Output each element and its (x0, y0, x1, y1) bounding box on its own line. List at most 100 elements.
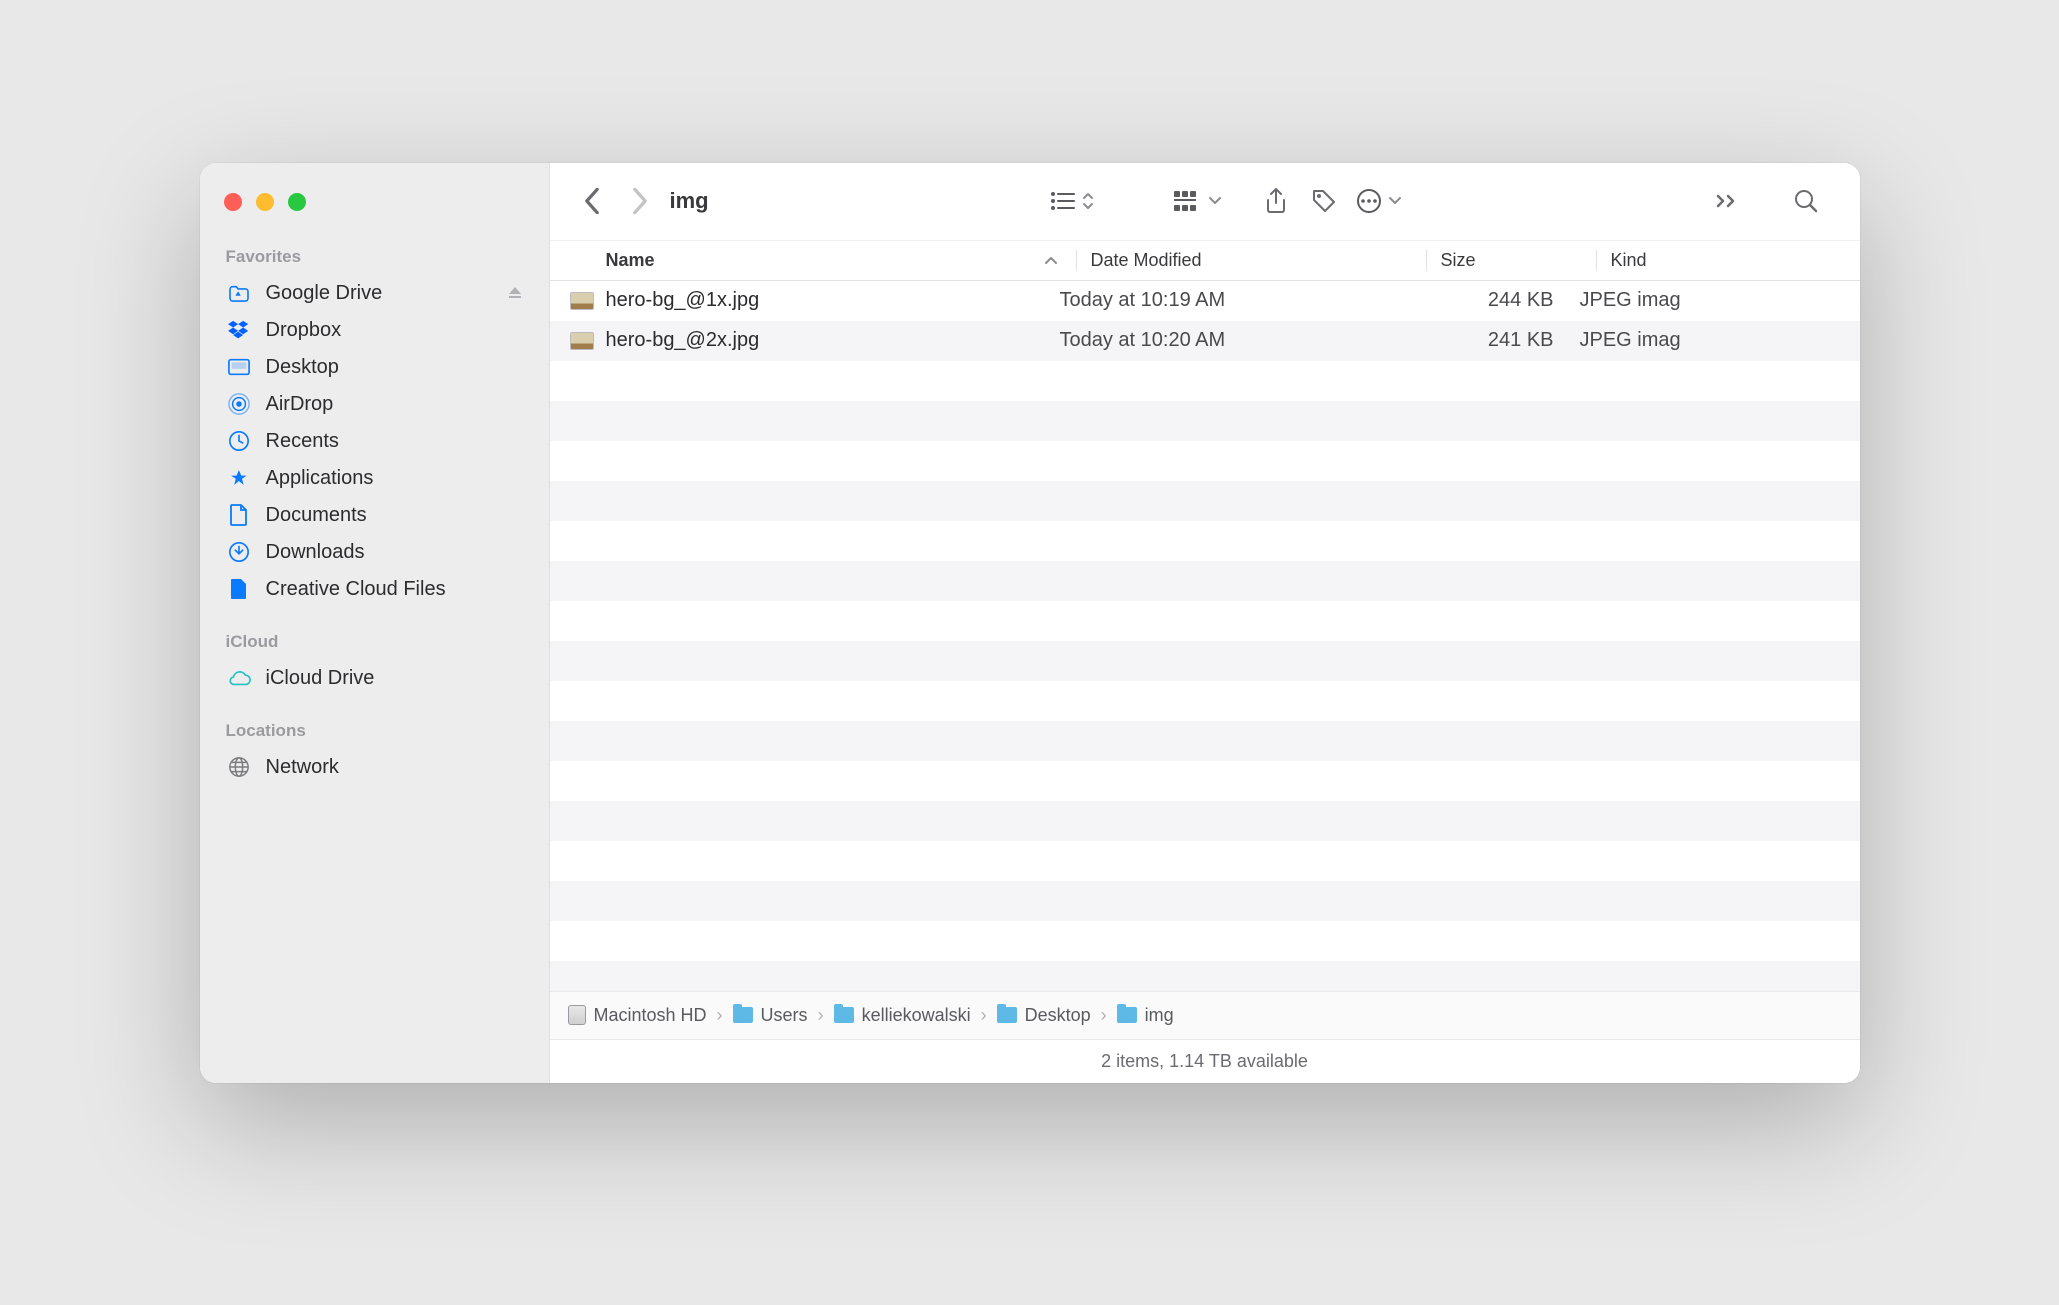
file-name: hero-bg_@2x.jpg (606, 329, 760, 352)
path-crumb-label: Users (761, 1005, 808, 1026)
sort-ascending-icon (1044, 255, 1058, 265)
chevron-right-icon: › (981, 1005, 987, 1026)
chevron-down-icon (1388, 196, 1402, 206)
column-header-date[interactable]: Date Modified (1076, 250, 1426, 271)
folder-icon (1117, 1007, 1137, 1023)
eject-icon[interactable] (507, 285, 523, 301)
chevron-updown-icon (1082, 191, 1094, 211)
path-crumb-label: Desktop (1025, 1005, 1091, 1026)
chevron-right-icon: › (1101, 1005, 1107, 1026)
sidebar-item-icloud-drive[interactable]: iCloud Drive (200, 660, 549, 697)
file-row[interactable]: hero-bg_@1x.jpg Today at 10:19 AM 244 KB… (550, 281, 1860, 321)
finder-window: Favorites Google Drive Dropbox Desktop (200, 163, 1860, 1083)
folder-icon (733, 1007, 753, 1023)
column-header-label: Kind (1611, 250, 1647, 270)
file-size: 241 KB (1410, 329, 1580, 352)
path-crumb-label: img (1145, 1005, 1174, 1026)
sidebar-item-label: AirDrop (266, 393, 334, 416)
folder-icon (997, 1007, 1017, 1023)
download-icon (226, 541, 252, 563)
globe-icon (226, 756, 252, 778)
folder-icon (834, 1007, 854, 1023)
row-stripes (550, 281, 1860, 991)
chevron-right-icon: › (717, 1005, 723, 1026)
sidebar-item-applications[interactable]: Applications (200, 460, 549, 497)
file-kind: JPEG imag (1580, 329, 1860, 352)
sidebar: Favorites Google Drive Dropbox Desktop (200, 163, 550, 1083)
path-crumb-label: Macintosh HD (594, 1005, 707, 1026)
applications-icon (226, 467, 252, 489)
fullscreen-window-button[interactable] (288, 193, 306, 211)
path-bar: Macintosh HD › Users › kelliekowalski › … (550, 991, 1860, 1039)
dropbox-icon (226, 320, 252, 340)
sidebar-item-label: Documents (266, 504, 367, 527)
path-crumb-root[interactable]: Macintosh HD (568, 1005, 707, 1026)
document-icon (226, 504, 252, 526)
sidebar-section-locations-label: Locations (200, 711, 549, 749)
column-header-label: Size (1441, 250, 1476, 270)
file-icon (226, 578, 252, 600)
column-header-kind[interactable]: Kind (1596, 250, 1860, 271)
column-header-name[interactable]: Name (606, 250, 1076, 271)
search-button[interactable] (1782, 177, 1830, 225)
view-mode-list-button[interactable] (1050, 190, 1094, 212)
cloud-icon (226, 669, 252, 687)
sidebar-item-label: Downloads (266, 541, 365, 564)
sidebar-item-google-drive[interactable]: Google Drive (200, 275, 549, 312)
file-date: Today at 10:19 AM (1060, 289, 1410, 312)
airdrop-icon (226, 393, 252, 415)
sidebar-item-dropbox[interactable]: Dropbox (200, 312, 549, 349)
folder-title: img (670, 188, 709, 214)
sidebar-item-label: Google Drive (266, 282, 383, 305)
close-window-button[interactable] (224, 193, 242, 211)
sidebar-item-desktop[interactable]: Desktop (200, 349, 549, 386)
path-crumb-current[interactable]: img (1117, 1005, 1174, 1026)
nav-back-button[interactable] (568, 177, 616, 225)
image-thumbnail-icon (570, 292, 594, 310)
file-row[interactable]: hero-bg_@2x.jpg Today at 10:20 AM 241 KB… (550, 321, 1860, 361)
file-list: hero-bg_@1x.jpg Today at 10:19 AM 244 KB… (550, 281, 1860, 991)
sidebar-item-label: Desktop (266, 356, 339, 379)
status-text: 2 items, 1.14 TB available (1101, 1051, 1308, 1072)
column-header-size[interactable]: Size (1426, 250, 1596, 271)
column-header-label: Name (606, 250, 655, 271)
path-crumb[interactable]: Desktop (997, 1005, 1091, 1026)
clock-icon (226, 430, 252, 452)
toolbar-overflow-button[interactable] (1704, 177, 1752, 225)
desktop-icon (226, 358, 252, 376)
toolbar: img (550, 163, 1860, 241)
sidebar-item-downloads[interactable]: Downloads (200, 534, 549, 571)
file-size: 244 KB (1410, 289, 1580, 312)
sidebar-item-creative-cloud[interactable]: Creative Cloud Files (200, 571, 549, 608)
sidebar-item-label: Network (266, 756, 339, 779)
path-crumb[interactable]: Users (733, 1005, 808, 1026)
actions-menu-button[interactable] (1356, 188, 1402, 214)
chevron-right-icon: › (818, 1005, 824, 1026)
status-bar: 2 items, 1.14 TB available (550, 1039, 1860, 1083)
share-button[interactable] (1252, 177, 1300, 225)
path-crumb[interactable]: kelliekowalski (834, 1005, 971, 1026)
chevron-down-icon (1208, 196, 1222, 206)
column-header-row: Name Date Modified Size Kind (550, 241, 1860, 281)
google-drive-folder-icon (226, 284, 252, 302)
file-kind: JPEG imag (1580, 289, 1860, 312)
harddrive-icon (568, 1005, 586, 1025)
sidebar-item-documents[interactable]: Documents (200, 497, 549, 534)
sidebar-item-label: Creative Cloud Files (266, 578, 446, 601)
window-controls (200, 185, 549, 237)
image-thumbnail-icon (570, 332, 594, 350)
group-by-button[interactable] (1174, 190, 1222, 212)
sidebar-item-network[interactable]: Network (200, 749, 549, 786)
file-name: hero-bg_@1x.jpg (606, 289, 760, 312)
nav-forward-button[interactable] (616, 177, 664, 225)
sidebar-item-label: Applications (266, 467, 374, 490)
sidebar-section-icloud-label: iCloud (200, 622, 549, 660)
sidebar-item-label: iCloud Drive (266, 667, 375, 690)
sidebar-item-airdrop[interactable]: AirDrop (200, 386, 549, 423)
minimize-window-button[interactable] (256, 193, 274, 211)
path-crumb-label: kelliekowalski (862, 1005, 971, 1026)
sidebar-item-recents[interactable]: Recents (200, 423, 549, 460)
sidebar-item-label: Recents (266, 430, 339, 453)
file-date: Today at 10:20 AM (1060, 329, 1410, 352)
tags-button[interactable] (1300, 177, 1348, 225)
